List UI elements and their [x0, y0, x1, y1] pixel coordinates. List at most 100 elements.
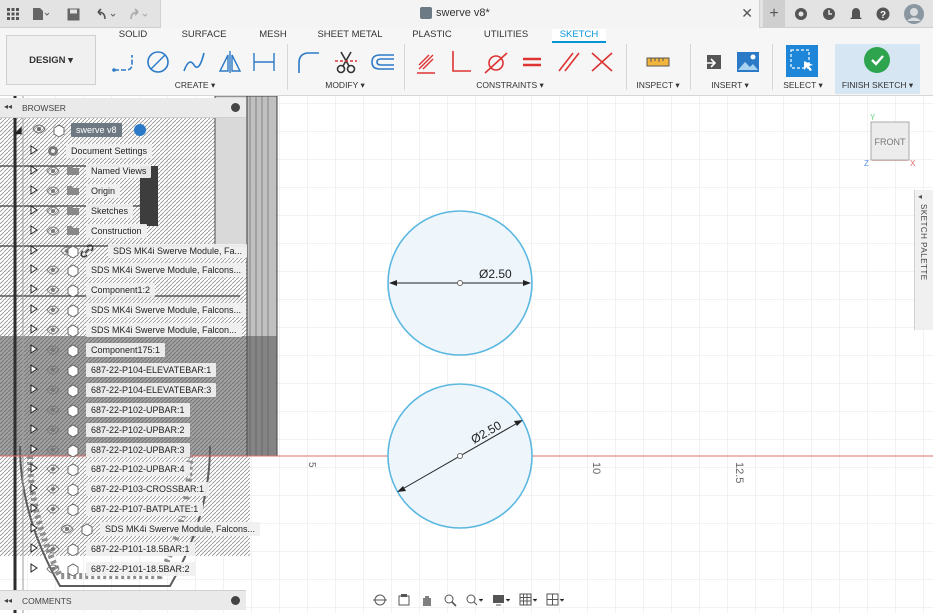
mirror-tool-icon[interactable] [216, 48, 244, 76]
expand-triangle-icon[interactable] [30, 523, 38, 535]
expand-triangle-icon[interactable] [30, 483, 38, 495]
expand-triangle-icon[interactable] [30, 284, 38, 296]
visibility-eye-icon[interactable] [46, 425, 60, 437]
tree-item[interactable]: 687-22-P102-UPBAR:3 [0, 441, 246, 459]
tab-sheet-metal[interactable]: SHEET METAL [314, 29, 386, 43]
file-icon[interactable] [28, 0, 52, 28]
expand-triangle-icon[interactable] [30, 562, 38, 575]
tree-item[interactable]: Document Settings [0, 142, 246, 160]
redo-icon[interactable] [124, 0, 152, 28]
visibility-eye-icon[interactable] [46, 544, 60, 556]
parallel-constraint-icon[interactable] [554, 48, 582, 76]
zoom-window-icon[interactable] [465, 593, 484, 610]
insert-canvas-image-icon[interactable] [734, 48, 762, 76]
visibility-eye-icon[interactable] [46, 345, 60, 357]
grid-settings-icon[interactable] [519, 593, 538, 610]
expand-triangle-icon[interactable] [30, 443, 38, 456]
select-tool-icon[interactable] [786, 45, 818, 77]
tree-item[interactable]: Named Views [0, 162, 246, 180]
expand-triangle-icon[interactable] [30, 344, 38, 356]
expand-triangle-icon[interactable] [30, 503, 38, 515]
tab-solid[interactable]: SOLID [110, 29, 156, 43]
tree-item[interactable]: SDS MK4i Swerve Module, Falcons... [0, 520, 261, 538]
tab-mesh[interactable]: MESH [252, 29, 294, 43]
tree-item[interactable]: SDS MK4i Swerve Module, Falcon... [0, 321, 246, 339]
create-menu[interactable]: CREATE ▾ [160, 80, 230, 91]
visibility-eye-icon[interactable] [46, 365, 60, 377]
expand-triangle-icon[interactable] [30, 423, 38, 436]
look-at-icon[interactable] [397, 593, 411, 610]
spline-tool-icon[interactable] [180, 48, 208, 76]
tree-item[interactable]: Component175:1 [0, 341, 246, 359]
tree-item[interactable]: Component1:2 [0, 281, 246, 299]
tree-item[interactable]: 687-22-P107-BATPLATE:1 [0, 500, 246, 518]
visibility-eye-icon[interactable] [46, 484, 60, 496]
apps-grid-icon[interactable] [4, 0, 22, 28]
tree-item[interactable]: Origin [0, 182, 246, 200]
perpendicular-constraint-icon[interactable] [446, 48, 474, 76]
design-workspace-button[interactable]: DESIGN ▾ [6, 35, 96, 85]
notifications-icon[interactable] [847, 0, 865, 28]
expand-triangle-icon[interactable] [30, 164, 38, 177]
browser-header[interactable]: ◂◂ BROWSER [0, 98, 246, 118]
finish-sketch-button[interactable]: FINISH SKETCH ▾ [835, 80, 920, 91]
visibility-eye-icon[interactable] [46, 504, 60, 516]
insert-derive-icon[interactable] [700, 48, 728, 76]
insert-menu[interactable]: INSERT ▾ [700, 80, 760, 91]
tangent-constraint-icon[interactable] [482, 48, 510, 76]
close-tab-icon[interactable]: ✕ [741, 5, 753, 22]
tree-item[interactable]: SDS MK4i Swerve Module, Fa... [0, 242, 248, 260]
visibility-eye-icon[interactable] [46, 285, 60, 297]
tree-item[interactable]: 687-22-P102-UPBAR:1 [0, 401, 246, 419]
expand-triangle-icon[interactable] [30, 204, 38, 217]
circle-tool-icon[interactable] [144, 48, 172, 76]
pan-hand-icon[interactable] [420, 593, 434, 610]
visibility-eye-icon[interactable] [46, 186, 60, 198]
tree-item[interactable]: SDS MK4i Swerve Module, Falcons... [0, 301, 247, 319]
expand-triangle-icon[interactable] [30, 383, 38, 396]
visibility-eye-icon[interactable] [32, 124, 46, 136]
add-comment-icon[interactable] [231, 596, 240, 605]
coincident-constraint-icon[interactable] [412, 48, 440, 76]
expand-triangle-icon[interactable] [30, 184, 38, 197]
expand-triangle-icon[interactable] [30, 264, 38, 276]
visibility-eye-icon[interactable] [46, 166, 60, 178]
help-icon[interactable]: ? [874, 0, 892, 28]
viewports-icon[interactable] [546, 593, 564, 610]
zoom-icon[interactable] [443, 593, 457, 610]
tree-item[interactable]: 687-22-P104-ELEVATEBAR:1 [0, 361, 246, 379]
orbit-icon[interactable] [372, 593, 388, 610]
line-tool-icon[interactable] [110, 48, 138, 76]
user-avatar-icon[interactable] [902, 0, 926, 28]
browser-options-icon[interactable] [231, 103, 240, 112]
visibility-eye-icon[interactable] [60, 524, 74, 536]
undo-icon[interactable] [92, 0, 120, 28]
visibility-eye-icon[interactable] [46, 305, 60, 317]
collapse-triangle-icon[interactable]: ◢ [14, 125, 22, 136]
tree-item[interactable]: 687-22-P103-CROSSBAR:1 [0, 480, 246, 498]
tree-item[interactable]: 687-22-P102-UPBAR:2 [0, 421, 246, 439]
visibility-eye-icon[interactable] [46, 445, 60, 457]
visibility-eye-icon[interactable] [46, 464, 60, 476]
trim-scissors-icon[interactable] [332, 48, 360, 76]
expand-triangle-icon[interactable] [30, 363, 38, 376]
save-icon[interactable] [64, 0, 82, 28]
measure-ruler-icon[interactable] [644, 48, 672, 76]
inspect-menu[interactable]: INSPECT ▾ [630, 80, 686, 91]
job-status-icon[interactable] [820, 0, 838, 28]
expand-triangle-icon[interactable] [30, 304, 38, 316]
visibility-eye-icon[interactable] [46, 325, 60, 337]
dimension-tool-icon[interactable] [250, 48, 278, 76]
expand-triangle-icon[interactable] [30, 543, 38, 555]
visibility-eye-icon[interactable] [46, 265, 60, 277]
offset-tool-icon[interactable] [368, 48, 396, 76]
tab-surface[interactable]: SURFACE [176, 29, 232, 43]
tab-utilities[interactable]: UTILITIES [478, 29, 534, 43]
extensions-icon[interactable] [792, 0, 810, 28]
expand-comments-icon[interactable]: ◂◂ [4, 596, 12, 605]
tree-item[interactable]: 687-22-P101-18.5BAR:2 [0, 560, 246, 578]
display-settings-icon[interactable] [492, 593, 511, 610]
tree-item[interactable]: SDS MK4i Swerve Module, Falcons... [0, 261, 247, 279]
visibility-eye-icon[interactable] [46, 226, 60, 238]
tree-item[interactable]: Construction [0, 222, 246, 240]
